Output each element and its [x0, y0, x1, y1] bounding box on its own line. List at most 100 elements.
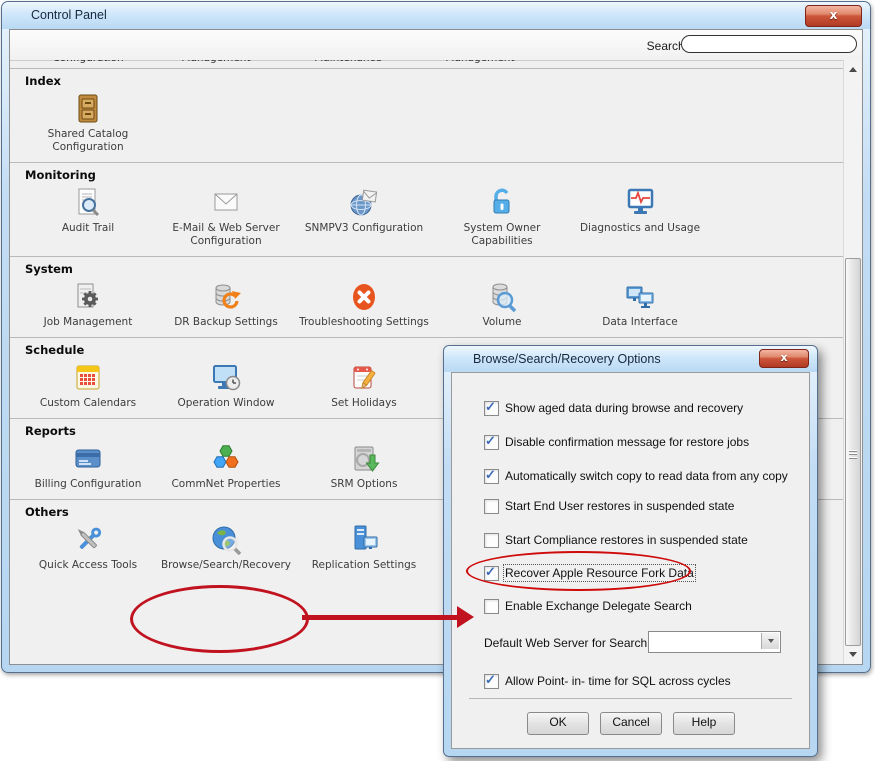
panel-item-commnet-properties[interactable]: CommNet Properties — [157, 440, 295, 491]
panel-item-set-holidays[interactable]: Set Holidays — [295, 359, 433, 410]
red-arrow-head-icon — [457, 606, 474, 628]
panel-item-audit-trail[interactable]: Audit Trail — [19, 184, 157, 248]
catalog-icon — [71, 90, 105, 126]
panel-item-troubleshooting-settings[interactable]: Troubleshooting Settings — [295, 278, 433, 329]
item-label: Shared Catalog Configuration — [19, 128, 157, 154]
cancel-button[interactable]: Cancel — [600, 712, 662, 735]
close-button[interactable]: x — [805, 5, 862, 27]
panel-item-custom-calendars[interactable]: Custom Calendars — [19, 359, 157, 410]
item-label: Set Holidays — [331, 397, 397, 410]
clipped-label: Maintenance — [314, 60, 382, 64]
checkbox-enable-exchange-delegate-search[interactable]: Enable Exchange Delegate Search — [484, 598, 692, 614]
audit-icon — [71, 184, 105, 220]
item-label: Billing Configuration — [35, 478, 142, 491]
default-web-server-label: Default Web Server for Search — [484, 636, 647, 650]
drbackup-icon — [209, 278, 243, 314]
checkmark-icon: ✓ — [485, 433, 496, 449]
panel-item-dr-backup-settings[interactable]: DR Backup Settings — [157, 278, 295, 329]
checkbox-box[interactable]: ✓ — [484, 401, 499, 416]
section-title: Index — [10, 71, 844, 90]
panel-item-system-owner-capabilities[interactable]: System Owner Capabilities — [433, 184, 571, 248]
checkbox-box[interactable]: ✓ — [484, 674, 499, 689]
item-label: Operation Window — [178, 397, 275, 410]
datainterface-icon — [623, 278, 657, 314]
snmp-icon — [347, 184, 381, 220]
lock-icon — [485, 184, 519, 220]
dialog-close-button[interactable]: x — [759, 349, 809, 368]
panel-item-volume[interactable]: Volume — [433, 278, 571, 329]
checkbox-box[interactable] — [484, 499, 499, 514]
item-label: Diagnostics and Usage — [580, 222, 700, 235]
scroll-up-button[interactable] — [845, 62, 860, 77]
panel-item-billing-configuration[interactable]: Billing Configuration — [19, 440, 157, 491]
default-web-server-dropdown[interactable] — [648, 631, 781, 653]
checkbox-box[interactable]: ✓ — [484, 435, 499, 450]
red-ellipse-annotation — [466, 551, 691, 591]
checkbox-start-compliance-restores-in-suspended-s[interactable]: Start Compliance restores in suspended s… — [484, 532, 748, 548]
panel-item-diagnostics-and-usage[interactable]: Diagnostics and Usage — [571, 184, 709, 248]
browse-search-recovery-options-dialog: Browse/Search/Recovery Options x Default… — [443, 345, 818, 757]
panel-item-browse-search-recovery[interactable]: Browse/Search/Recovery — [157, 521, 295, 572]
panel-item-quick-access-tools[interactable]: Quick Access Tools — [19, 521, 157, 572]
scroll-up-icon — [849, 67, 857, 72]
checkmark-icon: ✓ — [485, 672, 496, 688]
chevron-down-icon — [768, 639, 774, 643]
window-title: Control Panel — [31, 8, 107, 22]
clipped-label: Management — [445, 60, 514, 64]
scrollbar-thumb[interactable] — [845, 258, 861, 646]
item-label: Quick Access Tools — [39, 559, 137, 572]
panel-item-snmpv3-configuration[interactable]: SNMPV3 Configuration — [295, 184, 433, 248]
section-title: System — [10, 259, 844, 278]
replication-icon — [347, 521, 381, 557]
vertical-scrollbar[interactable] — [843, 60, 862, 664]
clipped-row: ConfigurationManagementMaintenanceManage… — [10, 60, 844, 68]
checkbox-allow-point-in-time-for-sql-across-cycle[interactable]: ✓Allow Point- in- time for SQL across cy… — [484, 673, 731, 689]
tools-icon — [71, 521, 105, 557]
checkbox-start-end-user-restores-in-suspended-sta[interactable]: Start End User restores in suspended sta… — [484, 498, 734, 514]
item-label: E-Mail & Web Server Configuration — [157, 222, 295, 248]
item-label: SNMPV3 Configuration — [305, 222, 423, 235]
checkbox-show-aged-data-during-browse-and-recover[interactable]: ✓Show aged data during browse and recove… — [484, 400, 743, 416]
item-label: Data Interface — [602, 316, 677, 329]
item-label: CommNet Properties — [171, 478, 280, 491]
scrollbar-grip-icon — [849, 448, 857, 460]
calendar-icon — [71, 359, 105, 395]
dropdown-arrow-button[interactable] — [761, 633, 779, 649]
section-title: Monitoring — [10, 165, 844, 184]
divider — [469, 698, 792, 699]
search-toolbar: Search: — [10, 30, 862, 61]
checkbox-disable-confirmation-message-for-restore[interactable]: ✓Disable confirmation message for restor… — [484, 434, 749, 450]
email-icon — [209, 184, 243, 220]
checkbox-label: Automatically switch copy to read data f… — [505, 469, 788, 483]
help-button[interactable]: Help — [673, 712, 735, 735]
checkbox-box[interactable] — [484, 533, 499, 548]
checkbox-box[interactable] — [484, 599, 499, 614]
item-label: Audit Trail — [62, 222, 114, 235]
panel-item-shared-catalog-configuration[interactable]: Shared Catalog Configuration — [19, 90, 157, 154]
checkbox-automatically-switch-copy-to-read-data-f[interactable]: ✓ Automatically switch copy to read data … — [484, 468, 788, 484]
item-label: Volume — [482, 316, 521, 329]
srm-icon — [347, 440, 381, 476]
section-index: Index Shared Catalog Configuration — [10, 68, 844, 162]
panel-item-data-interface[interactable]: Data Interface — [571, 278, 709, 329]
panel-item-operation-window[interactable]: Operation Window — [157, 359, 295, 410]
section-items: Audit Trail E-Mail & Web Server Configura… — [10, 184, 844, 248]
commnet-icon — [209, 440, 243, 476]
browse-icon — [209, 521, 243, 557]
section-monitoring: Monitoring Audit Trail E-Mail & Web Server… — [10, 162, 844, 256]
section-system: SystemJob ManagementDR Backup SettingsTr… — [10, 256, 844, 337]
ok-button[interactable]: OK — [527, 712, 589, 735]
checkbox-label: Enable Exchange Delegate Search — [505, 599, 692, 613]
item-label: SRM Options — [331, 478, 398, 491]
dialog-title: Browse/Search/Recovery Options — [473, 352, 661, 366]
titlebar[interactable]: Control Panel — [2, 2, 870, 29]
panel-item-e-mail-web-server-configuration[interactable]: E-Mail & Web Server Configuration — [157, 184, 295, 248]
panel-item-job-management[interactable]: Job Management — [19, 278, 157, 329]
search-input[interactable] — [681, 35, 857, 53]
checkbox-box[interactable]: ✓ — [484, 469, 499, 484]
scroll-down-button[interactable] — [845, 647, 860, 662]
billing-icon — [71, 440, 105, 476]
panel-item-srm-options[interactable]: SRM Options — [295, 440, 433, 491]
item-label: Browse/Search/Recovery — [161, 559, 291, 572]
panel-item-replication-settings[interactable]: Replication Settings — [295, 521, 433, 572]
